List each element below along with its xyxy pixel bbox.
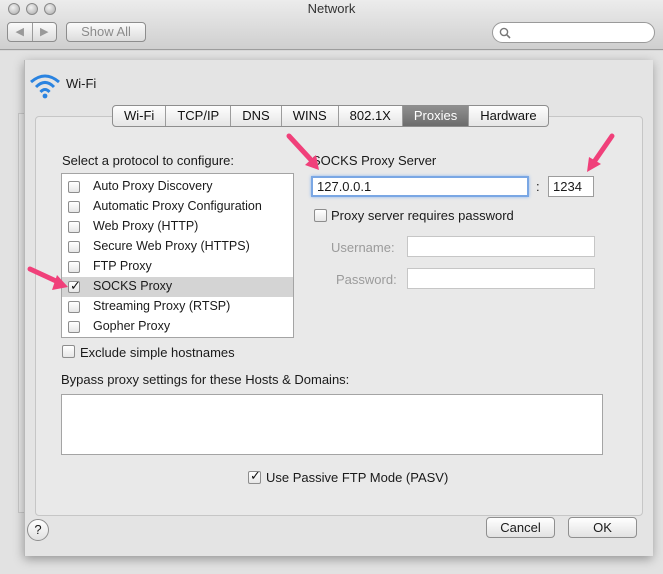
ok-button[interactable]: OK [568, 517, 637, 538]
username-label: Username: [331, 240, 395, 255]
protocol-label: Web Proxy (HTTP) [93, 219, 199, 233]
window-title: Network [307, 1, 356, 16]
protocol-row-streaming[interactable]: Streaming Proxy (RTSP) [62, 297, 293, 317]
back-forward-control: ◀ ▶ [7, 22, 57, 42]
annotation-arrow-socks [27, 266, 68, 290]
protocol-list[interactable]: Auto Proxy Discovery Automatic Proxy Con… [61, 173, 294, 338]
wifi-icon [30, 74, 60, 99]
protocol-checkbox[interactable] [68, 301, 80, 313]
protocol-checkbox[interactable] [68, 241, 80, 253]
protocol-row-web-http[interactable]: Web Proxy (HTTP) [62, 217, 293, 237]
protocol-label: FTP Proxy [93, 259, 152, 273]
passive-ftp-label: Use Passive FTP Mode (PASV) [266, 470, 449, 485]
annotation-arrow-server [286, 133, 319, 170]
protocol-list-heading: Select a protocol to configure: [62, 153, 234, 168]
tab-tcpip[interactable]: TCP/IP [166, 106, 232, 126]
tab-8021x[interactable]: 802.1X [339, 106, 403, 126]
help-button[interactable]: ? [27, 519, 49, 541]
protocol-label: Automatic Proxy Configuration [93, 199, 262, 213]
search-icon [499, 27, 511, 39]
annotation-arrow-port [587, 133, 615, 172]
password-field[interactable] [407, 268, 595, 289]
server-heading: SOCKS Proxy Server [312, 153, 437, 168]
exclude-simple-hostnames-label: Exclude simple hostnames [80, 345, 235, 360]
protocol-checkbox[interactable] [68, 321, 80, 333]
tab-bar: Wi-Fi TCP/IP DNS WINS 802.1X Proxies Har… [112, 105, 549, 127]
protocol-row-gopher[interactable]: Gopher Proxy [62, 317, 293, 337]
protocol-label: Gopher Proxy [93, 319, 171, 333]
protocol-checkbox[interactable] [68, 201, 80, 213]
advanced-settings-sheet: Wi-Fi Wi-Fi TCP/IP DNS WINS 802.1X Proxi… [24, 60, 653, 556]
cancel-button[interactable]: Cancel [486, 517, 555, 538]
tab-wins[interactable]: WINS [282, 106, 339, 126]
protocol-row-auto-discovery[interactable]: Auto Proxy Discovery [62, 177, 293, 197]
back-button[interactable]: ◀ [8, 23, 33, 41]
service-name: Wi-Fi [66, 76, 97, 91]
protocol-row-ftp[interactable]: FTP Proxy [62, 257, 293, 277]
protocol-checkbox[interactable] [68, 221, 80, 233]
checkmark-icon: ✓ [250, 468, 261, 483]
requires-password-label: Proxy server requires password [331, 208, 514, 223]
protocol-row-secure-https[interactable]: Secure Web Proxy (HTTPS) [62, 237, 293, 257]
username-field[interactable] [407, 236, 595, 257]
bypass-label: Bypass proxy settings for these Hosts & … [61, 372, 350, 387]
protocol-label: Secure Web Proxy (HTTPS) [93, 239, 250, 253]
proxy-port-field[interactable]: 1234 [548, 176, 594, 197]
protocol-label: Streaming Proxy (RTSP) [93, 299, 231, 313]
show-all-button[interactable]: Show All [66, 22, 146, 42]
protocol-row-socks[interactable]: ✓ SOCKS Proxy [62, 277, 293, 297]
tab-proxies[interactable]: Proxies [402, 106, 470, 126]
protocol-checkbox[interactable] [68, 181, 80, 193]
bypass-hosts-textarea[interactable] [61, 394, 603, 455]
protocol-row-auto-config[interactable]: Automatic Proxy Configuration [62, 197, 293, 217]
proxy-server-field[interactable]: 127.0.0.1 [311, 176, 529, 197]
tab-wifi[interactable]: Wi-Fi [113, 106, 167, 126]
protocol-label: Auto Proxy Discovery [93, 179, 213, 193]
passive-ftp-checkbox[interactable]: ✓ [248, 468, 261, 484]
tab-dns[interactable]: DNS [231, 106, 282, 126]
forward-button[interactable]: ▶ [33, 23, 57, 41]
password-label: Password: [336, 272, 397, 287]
tab-hardware[interactable]: Hardware [469, 106, 547, 126]
port-separator: : [536, 179, 540, 194]
title-bar: Network ◀ ▶ Show All [0, 0, 663, 50]
requires-password-checkbox[interactable] [314, 209, 327, 222]
exclude-simple-hostnames-checkbox[interactable] [62, 345, 75, 358]
search-field[interactable] [492, 22, 655, 43]
protocol-label: SOCKS Proxy [93, 279, 173, 293]
